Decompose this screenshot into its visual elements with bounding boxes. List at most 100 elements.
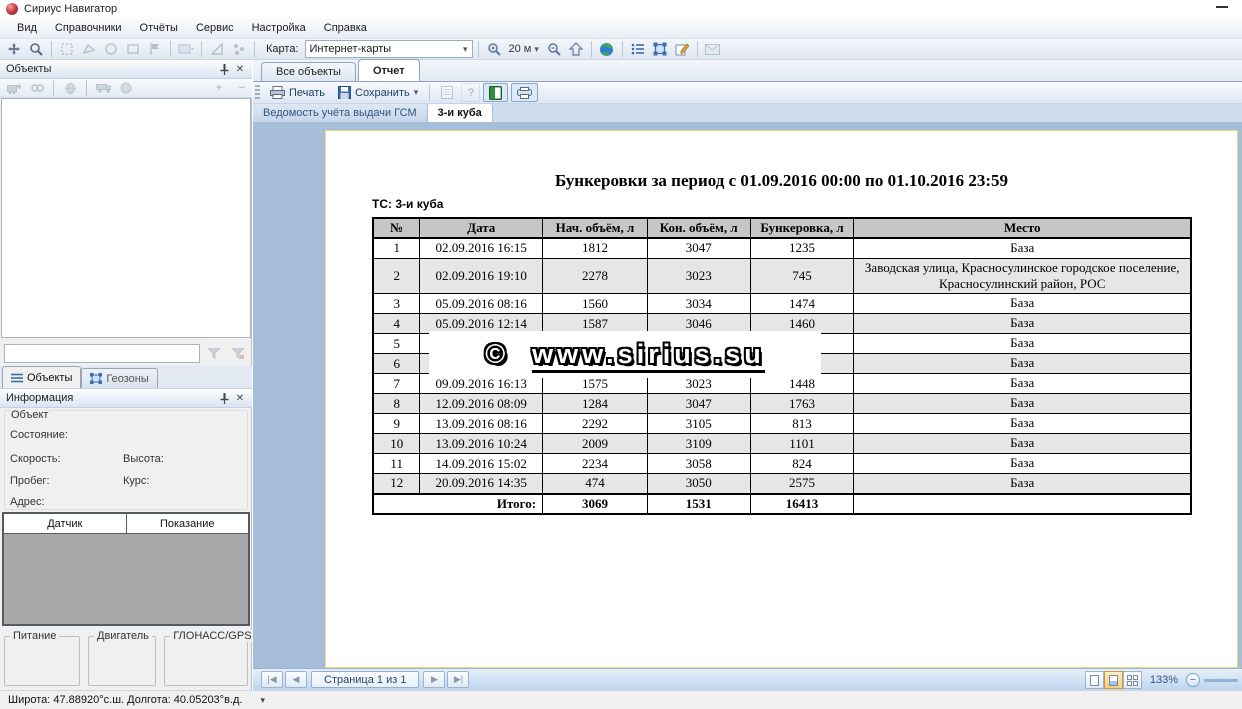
pin-icon[interactable] bbox=[216, 391, 232, 406]
table-column-header: Бункеровка, л bbox=[750, 218, 854, 238]
table-cell: 813 bbox=[750, 414, 854, 434]
filter-row bbox=[0, 341, 252, 366]
expand-all-icon[interactable]: + bbox=[209, 79, 229, 97]
table-cell: 2278 bbox=[543, 258, 648, 294]
menu-item-reports[interactable]: Отчёты bbox=[131, 19, 187, 37]
pan-tool-icon[interactable] bbox=[4, 40, 24, 58]
chevron-down-icon: ▾ bbox=[534, 44, 539, 55]
measure-icon[interactable] bbox=[207, 40, 227, 58]
main-area: Все объекты Отчет Печать Сохранить ▾ ? В… bbox=[253, 60, 1242, 690]
table-header-row: №ДатаНач. объём, лКон. объём, лБункеровк… bbox=[373, 218, 1191, 238]
objects-list-icon[interactable] bbox=[628, 40, 648, 58]
add-object-icon[interactable] bbox=[4, 79, 24, 97]
objects-toolbar: + − bbox=[0, 79, 252, 98]
geozone-icon[interactable] bbox=[650, 40, 670, 58]
table-cell: Заводская улица, Красносулинское городск… bbox=[854, 258, 1191, 294]
table-cell: База bbox=[854, 238, 1191, 258]
book-view-button[interactable] bbox=[483, 83, 508, 102]
zoom-scale-value: 20 м bbox=[509, 43, 532, 55]
minimize-icon[interactable] bbox=[1216, 6, 1228, 8]
menu-item-settings[interactable]: Настройка bbox=[243, 19, 315, 37]
home-icon[interactable] bbox=[566, 40, 586, 58]
zoom-slider[interactable] bbox=[1204, 679, 1238, 682]
menu-item-service[interactable]: Сервис bbox=[187, 19, 243, 37]
objects-panel-title: Объекты bbox=[6, 63, 51, 75]
edit-icon[interactable] bbox=[672, 40, 692, 58]
print-button[interactable]: Печать bbox=[265, 83, 330, 102]
chevron-down-icon[interactable]: ▾ bbox=[260, 695, 265, 706]
globe-icon[interactable] bbox=[597, 40, 617, 58]
table-row: 102.09.2016 16:15181230471235База bbox=[373, 238, 1191, 258]
layers-icon[interactable] bbox=[176, 40, 196, 58]
mail-icon[interactable] bbox=[703, 40, 723, 58]
fit-width-view-button[interactable] bbox=[1104, 671, 1123, 689]
info-fields-group: Объект Состояние: Скорость: Высота: Проб… bbox=[4, 410, 248, 510]
zoom-select-icon[interactable] bbox=[26, 40, 46, 58]
globe-small-icon[interactable] bbox=[60, 79, 80, 97]
filter-input[interactable] bbox=[4, 344, 200, 363]
zoom-in-icon[interactable] bbox=[484, 40, 504, 58]
page-setup-button[interactable] bbox=[436, 83, 458, 102]
table-cell: База bbox=[854, 474, 1191, 494]
multi-page-view-button[interactable] bbox=[1123, 671, 1142, 689]
table-cell: База bbox=[854, 454, 1191, 474]
table-cell: 3105 bbox=[647, 414, 750, 434]
close-icon[interactable]: ✕ bbox=[232, 391, 248, 406]
collapse-all-icon[interactable]: − bbox=[232, 79, 252, 97]
tab-objects[interactable]: Объекты bbox=[2, 366, 81, 388]
rect-tool-icon[interactable] bbox=[123, 40, 143, 58]
save-button[interactable]: Сохранить ▾ bbox=[333, 83, 423, 102]
table-cell: 2234 bbox=[543, 454, 648, 474]
table-row: 1114.09.2016 15:0222343058824База bbox=[373, 454, 1191, 474]
prev-page-button[interactable]: ◀ bbox=[285, 671, 307, 688]
menu-item-view[interactable]: Вид bbox=[8, 19, 46, 37]
tab-geozones[interactable]: Геозоны bbox=[81, 368, 157, 388]
tab-report[interactable]: Отчет bbox=[358, 59, 420, 81]
last-page-button[interactable]: ▶| bbox=[447, 671, 469, 688]
tab-fuel-sheet[interactable]: Ведомость учёта выдачи ГСМ bbox=[253, 104, 428, 122]
tab-all-objects[interactable]: Все объекты bbox=[261, 62, 356, 81]
objects-tree[interactable] bbox=[1, 98, 251, 338]
table-cell: 20.09.2016 14:35 bbox=[420, 474, 543, 494]
menu-item-directories[interactable]: Справочники bbox=[46, 19, 131, 37]
help-icon: ? bbox=[468, 87, 474, 99]
table-cell: База bbox=[854, 434, 1191, 454]
polygon-edit-icon[interactable] bbox=[57, 40, 77, 58]
polygon-cut-icon[interactable] bbox=[79, 40, 99, 58]
sensor-table: Датчик Показание bbox=[2, 512, 250, 626]
map-select[interactable]: Интернет-карты ▾ bbox=[305, 40, 473, 58]
first-page-button[interactable]: |◀ bbox=[261, 671, 283, 688]
tab-3i-kuba[interactable]: 3-и куба bbox=[428, 104, 493, 122]
report-title: Бункеровки за период с 01.09.2016 00:00 … bbox=[326, 171, 1237, 191]
save-icon bbox=[338, 86, 351, 99]
filter-icon[interactable] bbox=[204, 345, 224, 363]
print-layout-button[interactable] bbox=[511, 83, 538, 102]
vehicle-icon[interactable] bbox=[93, 79, 113, 97]
menu-item-help[interactable]: Справка bbox=[315, 19, 376, 37]
list-icon bbox=[11, 373, 23, 383]
table-column-header: Дата bbox=[420, 218, 543, 238]
table-cell: 2575 bbox=[750, 474, 854, 494]
totals-start-volume: 3069 bbox=[543, 494, 648, 514]
totals-label: Итого: bbox=[373, 494, 543, 514]
track-icon[interactable] bbox=[229, 40, 249, 58]
table-row: 1220.09.2016 14:3547430502575База bbox=[373, 474, 1191, 494]
help-button[interactable]: ? bbox=[461, 83, 480, 102]
single-page-view-button[interactable] bbox=[1085, 671, 1104, 689]
link-objects-icon[interactable] bbox=[27, 79, 47, 97]
pin-icon[interactable] bbox=[216, 62, 232, 77]
sphere-icon[interactable] bbox=[116, 79, 136, 97]
zoom-level: 133% bbox=[1150, 674, 1178, 686]
zoom-out-button[interactable]: − bbox=[1186, 673, 1200, 687]
flag-tool-icon[interactable] bbox=[145, 40, 165, 58]
report-viewport[interactable]: Бункеровки за период с 01.09.2016 00:00 … bbox=[253, 122, 1242, 668]
circle-tool-icon[interactable] bbox=[101, 40, 121, 58]
map-select-value: Интернет-карты bbox=[310, 43, 392, 55]
zoom-scale-select[interactable]: 20 м ▾ bbox=[506, 43, 542, 55]
next-page-button[interactable]: ▶ bbox=[423, 671, 445, 688]
totals-row: Итого: 3069 1531 16413 bbox=[373, 494, 1191, 514]
zoom-out-icon[interactable] bbox=[544, 40, 564, 58]
toolbar-grip[interactable] bbox=[255, 85, 260, 101]
clear-filter-icon[interactable] bbox=[228, 345, 248, 363]
close-icon[interactable]: ✕ bbox=[232, 62, 248, 77]
